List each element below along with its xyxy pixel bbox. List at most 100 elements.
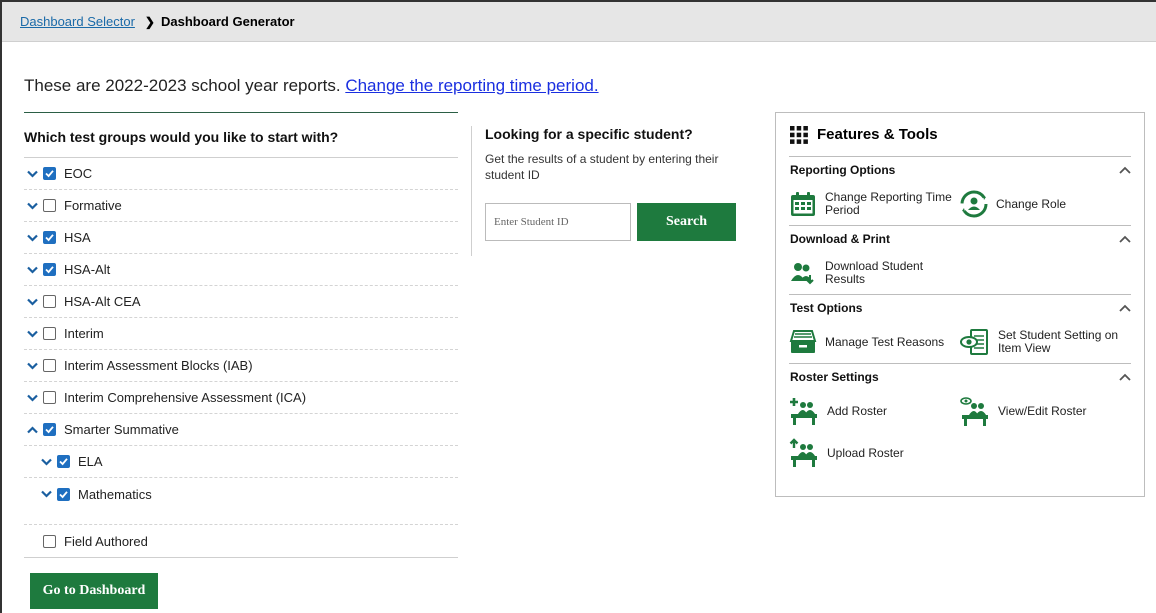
change-reporting-period-tool[interactable]: Change Reporting Time Period — [789, 190, 960, 218]
archive-tray-icon — [789, 330, 817, 353]
period-label: These are 2022-2023 school year reports. — [24, 76, 341, 95]
change-role-icon — [960, 190, 988, 218]
chevron-up-icon[interactable] — [1119, 166, 1131, 174]
test-group-eoc[interactable]: EOC — [24, 158, 458, 190]
checkbox-unchecked[interactable] — [43, 534, 56, 548]
set-student-setting-tool[interactable]: Set Student Setting on Item View — [960, 327, 1131, 357]
section-roster-settings: Roster Settings Add Roster View/Edit Ros… — [789, 364, 1131, 474]
section-header[interactable]: Roster Settings — [789, 364, 1131, 390]
test-group-label: Interim — [64, 326, 104, 341]
breadcrumb-current: Dashboard Generator — [160, 14, 295, 29]
chevron-up-icon[interactable] — [24, 425, 40, 434]
test-group-interim[interactable]: Interim — [24, 318, 458, 350]
tool-label: Change Role — [996, 196, 1067, 211]
chevron-down-icon[interactable] — [24, 170, 40, 178]
features-tools-panel: Features & Tools Reporting Options Chang… — [775, 112, 1145, 497]
features-tools-title: Features & Tools — [817, 126, 938, 143]
change-role-tool[interactable]: Change Role — [960, 190, 1131, 218]
add-roster-icon — [790, 398, 817, 425]
chevron-down-icon[interactable] — [24, 266, 40, 274]
checkbox-checked[interactable] — [57, 487, 70, 501]
view-document-icon — [960, 329, 988, 355]
checkbox-checked[interactable] — [43, 423, 56, 436]
checkbox-checked[interactable] — [57, 455, 70, 468]
student-search-description: Get the results of a student by entering… — [485, 152, 719, 182]
checkbox-unchecked[interactable] — [43, 295, 56, 308]
chevron-up-icon[interactable] — [1119, 304, 1131, 312]
upload-roster-icon — [789, 438, 817, 467]
test-group-hsa-alt[interactable]: HSA-Alt — [24, 254, 458, 286]
test-group-hsa[interactable]: HSA — [24, 222, 458, 254]
checkbox-checked[interactable] — [43, 167, 56, 180]
breadcrumb: Dashboard Selector ❯ Dashboard Generator — [2, 2, 1156, 42]
tool-label: Download Student Results — [825, 259, 924, 286]
calendar-icon — [791, 192, 815, 216]
test-subject-label: ELA — [78, 454, 103, 469]
section-reporting-options: Reporting Options Change Reporting Time … — [789, 157, 1131, 226]
section-test-options: Test Options Manage Test Reasons Set Stu… — [789, 295, 1131, 364]
checkbox-unchecked[interactable] — [43, 327, 56, 340]
test-group-formative[interactable]: Formative — [24, 190, 458, 222]
chevron-up-icon[interactable] — [1119, 235, 1131, 243]
breadcrumb-dashboard-selector[interactable]: Dashboard Selector — [20, 14, 135, 29]
test-group-field-authored[interactable]: Field Authored — [24, 524, 458, 558]
section-header[interactable]: Test Options — [789, 295, 1131, 321]
test-group-label: Field Authored — [64, 533, 148, 549]
test-group-label: EOC — [64, 166, 93, 181]
chevron-up-icon[interactable] — [1119, 373, 1131, 381]
view-roster-icon — [960, 397, 988, 426]
tool-label: View/Edit Roster — [998, 403, 1087, 418]
tool-label: Set Student Setting on Item View — [998, 328, 1119, 355]
section-download-print: Download & Print Download Student Result… — [789, 226, 1131, 295]
chevron-down-icon[interactable] — [24, 298, 40, 306]
section-title: Roster Settings — [790, 370, 879, 384]
chevron-down-icon[interactable] — [24, 202, 40, 210]
test-subject-mathematics[interactable]: Mathematics — [24, 478, 458, 510]
test-group-label: HSA-Alt CEA — [64, 294, 141, 309]
test-groups-heading: Which test groups would you like to star… — [24, 113, 458, 158]
checkbox-unchecked[interactable] — [43, 359, 56, 372]
go-to-dashboard-button[interactable]: Go to Dashboard — [30, 573, 158, 609]
section-title: Reporting Options — [790, 163, 896, 177]
download-student-results-tool[interactable]: Download Student Results — [789, 259, 965, 287]
student-search-panel: Looking for a specific student? Get the … — [471, 126, 751, 256]
tool-label: Change Reporting Time Period — [825, 190, 952, 217]
tool-label: Add Roster — [827, 403, 888, 418]
manage-test-reasons-tool[interactable]: Manage Test Reasons — [789, 328, 960, 356]
section-header[interactable]: Reporting Options — [789, 157, 1131, 183]
add-roster-tool[interactable]: Add Roster — [789, 396, 960, 426]
upload-roster-tool[interactable]: Upload Roster — [789, 438, 965, 468]
checkbox-unchecked[interactable] — [43, 199, 56, 212]
change-period-link[interactable]: Change the reporting time period. — [345, 76, 598, 95]
test-group-label: Formative — [64, 198, 122, 213]
student-id-input[interactable] — [485, 203, 631, 241]
checkbox-unchecked[interactable] — [43, 391, 56, 404]
checkbox-checked[interactable] — [43, 263, 56, 276]
test-group-smarter-summative[interactable]: Smarter Summative — [24, 414, 458, 446]
chevron-down-icon[interactable] — [24, 234, 40, 242]
section-title: Download & Print — [790, 232, 890, 246]
search-button[interactable]: Search — [637, 203, 736, 241]
test-group-label: HSA — [64, 230, 91, 245]
student-search-heading: Looking for a specific student? — [485, 126, 693, 142]
chevron-down-icon[interactable] — [38, 458, 54, 466]
tool-label: Upload Roster — [827, 445, 904, 460]
section-header[interactable]: Download & Print — [789, 226, 1131, 252]
chevron-down-icon[interactable] — [38, 490, 54, 498]
test-group-iab[interactable]: Interim Assessment Blocks (IAB) — [24, 350, 458, 382]
view-edit-roster-tool[interactable]: View/Edit Roster — [960, 396, 1131, 426]
reporting-period-text: These are 2022-2023 school year reports.… — [24, 76, 599, 96]
checkbox-checked[interactable] — [43, 231, 56, 244]
download-students-icon — [791, 263, 814, 285]
test-group-ica[interactable]: Interim Comprehensive Assessment (ICA) — [24, 382, 458, 414]
section-title: Test Options — [790, 301, 863, 315]
test-subject-ela[interactable]: ELA — [24, 446, 458, 478]
chevron-down-icon[interactable] — [24, 394, 40, 402]
features-tools-header: Features & Tools — [789, 113, 1131, 157]
test-group-label: Interim Comprehensive Assessment (ICA) — [64, 390, 307, 405]
chevron-down-icon[interactable] — [24, 330, 40, 338]
chevron-down-icon[interactable] — [24, 362, 40, 370]
grid-icon — [790, 125, 808, 144]
test-group-label: Smarter Summative — [64, 422, 179, 437]
test-group-hsa-alt-cea[interactable]: HSA-Alt CEA — [24, 286, 458, 318]
